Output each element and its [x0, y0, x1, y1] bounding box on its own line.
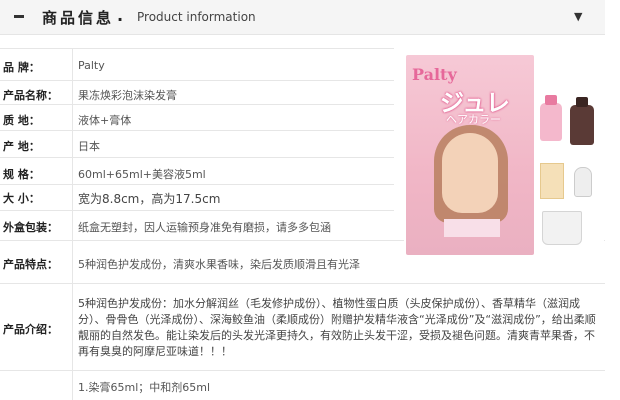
value-brand: Palty — [78, 59, 105, 72]
value-packaging: 纸盒无塑封，因人运输预身准免有磨损，请多多包涵 — [78, 221, 331, 234]
box-label — [444, 219, 500, 237]
row-divider — [0, 283, 605, 284]
section-header: 商品信息 . Product information ▼ — [0, 0, 605, 35]
label-product-name: 产品名称： — [3, 89, 58, 102]
label-size: 大 小： — [3, 192, 40, 205]
row-divider — [0, 370, 605, 371]
box-brand-logo: Palty — [412, 65, 457, 84]
product-box: Palty ジュレ ヘアカラー — [406, 55, 534, 255]
collapse-arrow-icon[interactable]: ▼ — [574, 10, 582, 23]
row-divider — [0, 130, 394, 131]
value-contents: 1.染膏65ml；中和剂65ml — [78, 381, 211, 394]
row-divider — [0, 80, 394, 81]
value-spec: 60ml+65ml+美容液5ml — [78, 168, 206, 181]
value-features: 5种润色护发成份，清爽水果香味，染后发质顺滑且有光泽 — [78, 258, 360, 271]
row-divider — [0, 104, 394, 105]
row-divider — [0, 184, 394, 185]
product-description: 5种润色护发成份：加水分解润丝（毛发修护成份）、植物性蛋白质（头皮保护成份）、香… — [78, 297, 596, 358]
row-divider — [0, 157, 394, 158]
model-face — [442, 133, 498, 213]
label-origin: 产 地： — [3, 140, 40, 153]
label-spec: 规 格： — [3, 168, 40, 181]
box-subtitle: ヘアカラー — [446, 113, 501, 126]
row-divider — [0, 210, 394, 211]
header-dash — [14, 15, 24, 18]
serum-sachet — [540, 163, 564, 199]
label-brand: 品 牌： — [3, 61, 40, 74]
value-product-name: 果冻焕彩泡沫染发膏 — [78, 89, 177, 102]
label-packaging: 外盒包装： — [3, 221, 58, 234]
column-divider — [72, 48, 73, 400]
header-dot: . — [117, 6, 124, 25]
label-introduction: 产品介绍： — [3, 323, 58, 336]
applicator — [574, 167, 592, 197]
label-features: 产品特点： — [3, 258, 58, 271]
product-image: Palty ジュレ ヘアカラー — [404, 55, 604, 255]
section-title-cn: 商品信息 — [42, 9, 115, 27]
section-title-en: Product information — [137, 10, 256, 24]
mixing-cup — [542, 211, 582, 245]
value-origin: 日本 — [78, 140, 100, 153]
value-size: 宽为8.8cm，高为17.5cm — [78, 192, 221, 206]
brown-bottle — [570, 97, 594, 145]
row-divider — [0, 48, 394, 49]
pink-bottle — [540, 95, 562, 141]
value-texture: 液体+膏体 — [78, 114, 132, 127]
label-texture: 质 地： — [3, 114, 40, 127]
